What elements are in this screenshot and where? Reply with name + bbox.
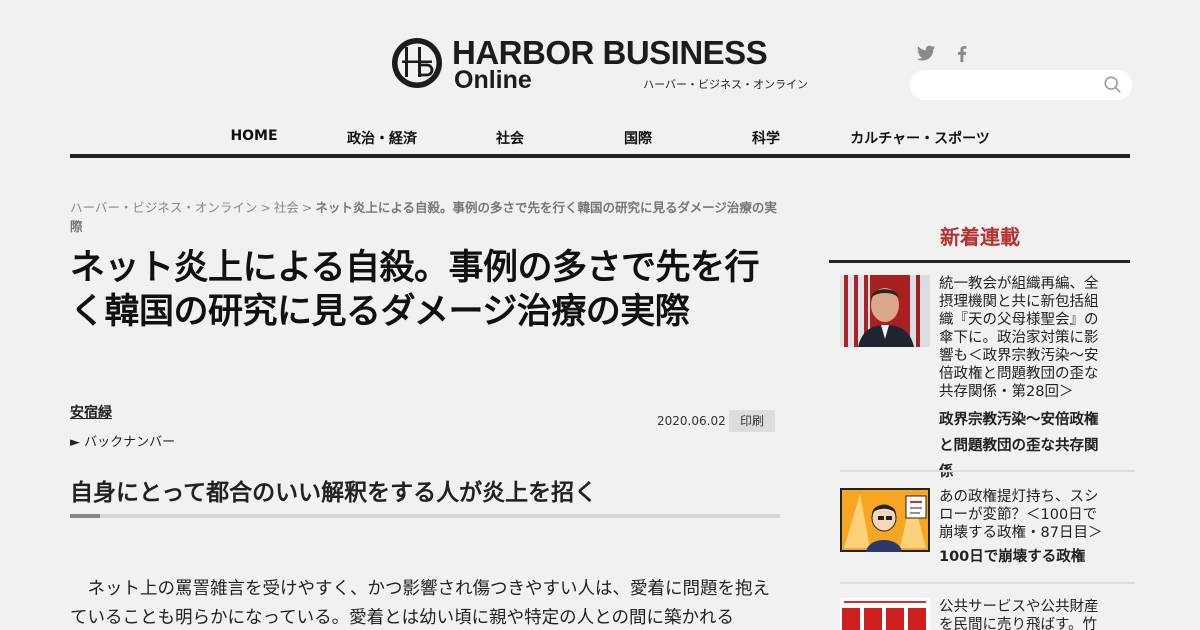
- sidebar-title-rule: [829, 260, 1130, 263]
- thumbnail-portrait-image: [840, 275, 930, 347]
- breadcrumb-home-link[interactable]: ハーバー・ビジネス・オンライン: [70, 200, 257, 215]
- subheading-divider: [70, 514, 780, 518]
- author-link[interactable]: 安宿緑: [70, 402, 112, 422]
- sidebar-article-headline: あの政権提灯持ち、スシローが変節？＜100日で崩壊する政権・87日目＞: [939, 489, 1103, 541]
- sidebar-article-text: あの政権提灯持ち、スシローが変節？＜100日で崩壊する政権・87日目＞ 100日…: [939, 488, 1109, 570]
- sidebar-article-headline: 統一教会が組織再編、全摂理機関と共に新包括組織『天の父母様聖会』の傘下に。政治家…: [939, 276, 1099, 400]
- main-nav: HOME 政治・経済 社会 国際 科学 カルチャー・スポーツ: [70, 120, 1130, 158]
- sidebar-article-text: 統一教会が組織再編、全摂理機関と共に新包括組織『天の父母様聖会』の傘下に。政治家…: [939, 275, 1109, 485]
- article-body: ネット上の罵詈雑言を受けやすく、かつ影響され傷つきやすい人は、愛着に問題を抱えて…: [70, 579, 770, 628]
- breadcrumb-separator: >: [260, 200, 271, 215]
- sidebar-article-text: 公共サービスや公共財産を民間に売り飛ばす。竹中平: [939, 598, 1109, 630]
- nav-item-politics-economy[interactable]: 政治・経済: [347, 128, 417, 148]
- nav-item-culture-sports[interactable]: カルチャー・スポーツ: [850, 128, 990, 148]
- logo-title: HARBOR BUSINESS: [452, 34, 768, 71]
- breadcrumb: ハーバー・ビジネス・オンライン > 社会 > ネット炎上による自殺。事例の多さで先を行く…: [70, 198, 780, 236]
- thumbnail-magazine-image: [840, 598, 930, 630]
- logo-subtitle: Online: [454, 66, 532, 94]
- publish-date: 2020.06.02: [657, 414, 726, 428]
- thumbnail-comic-image: [840, 488, 930, 552]
- twitter-icon[interactable]: [915, 42, 937, 64]
- sidebar-divider: [840, 470, 1135, 472]
- search-icon[interactable]: [1102, 74, 1124, 96]
- article-title: ネット炎上による自殺。事例の多さで先を行く韓国の研究に見るダメージ治療の実際: [70, 248, 759, 332]
- search-box: [910, 70, 1132, 100]
- backnumber-link[interactable]: ► バックナンバー: [70, 431, 175, 450]
- logo-kana: ハーバー・ビジネス・オンライン: [643, 78, 808, 91]
- print-button[interactable]: 印刷: [729, 410, 775, 432]
- breadcrumb-separator: >: [301, 200, 313, 215]
- nav-item-international[interactable]: 国際: [624, 128, 652, 148]
- sidebar-article-series: 政界宗教汚染〜安倍政権と問題教団の歪な共存関係: [939, 412, 1099, 480]
- sidebar-article-series: 100日で崩壊する政権: [939, 549, 1086, 565]
- sidebar-article-headline: 公共サービスや公共財産を民間に売り飛ばす。竹中平: [939, 599, 1099, 630]
- sidebar-divider: [840, 582, 1135, 584]
- article-subheading: 自身にとって都合のいい解釈をする人が炎上を招く: [70, 480, 598, 506]
- logo-mark-icon: [392, 38, 442, 88]
- search-input[interactable]: [910, 70, 1090, 100]
- subheading-divider-accent: [70, 514, 100, 518]
- sidebar-article-2[interactable]: あの政権提灯持ち、スシローが変節？＜100日で崩壊する政権・87日目＞ 100日…: [840, 488, 1135, 574]
- nav-item-science[interactable]: 科学: [752, 128, 780, 148]
- nav-item-home[interactable]: HOME: [230, 128, 277, 144]
- page: HARBOR BUSINESS Online ハーバー・ビジネス・オンライン H…: [0, 0, 1200, 630]
- breadcrumb-section-link[interactable]: 社会: [274, 200, 299, 215]
- sidebar-article-1[interactable]: 統一教会が組織再編、全摂理機関と共に新包括組織『天の父母様聖会』の傘下に。政治家…: [840, 275, 1135, 480]
- facebook-icon[interactable]: [951, 42, 973, 64]
- site-logo[interactable]: HARBOR BUSINESS Online ハーバー・ビジネス・オンライン: [390, 36, 810, 94]
- sidebar-title: 新着連載: [940, 225, 1020, 249]
- social-links: [915, 42, 973, 64]
- sidebar-article-3[interactable]: 公共サービスや公共財産を民間に売り飛ばす。竹中平: [840, 598, 1135, 630]
- nav-item-society[interactable]: 社会: [496, 128, 524, 148]
